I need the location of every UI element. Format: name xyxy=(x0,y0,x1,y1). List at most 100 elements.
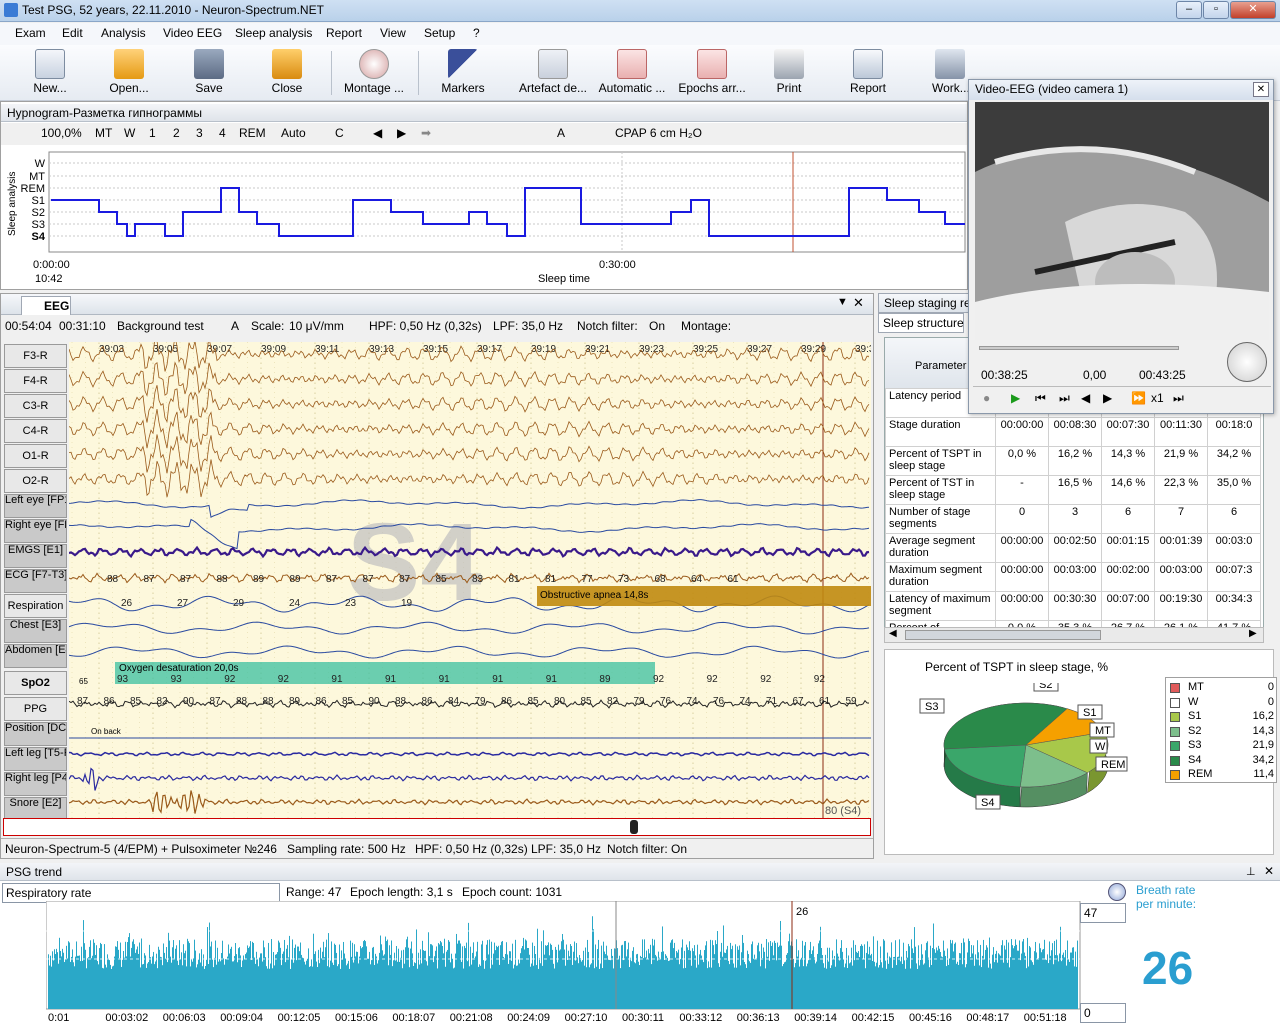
next-icon[interactable]: ▶ xyxy=(397,126,406,140)
stage-w-button[interactable]: W xyxy=(124,126,135,140)
channel-label[interactable]: Abdomen [E4] xyxy=(4,644,67,668)
channel-label[interactable]: Right leg [P4-T6] xyxy=(4,772,67,796)
tab-menu-icon[interactable]: ▼ xyxy=(837,296,848,308)
automatic-button[interactable]: Automatic ... xyxy=(596,47,668,99)
record-icon[interactable]: ● xyxy=(983,391,990,405)
menu-view[interactable]: View xyxy=(380,26,406,40)
skip-start-icon[interactable]: ⏮ xyxy=(1035,391,1046,406)
channel-label[interactable]: SpO2 xyxy=(4,671,67,695)
video-seek-bar[interactable] xyxy=(979,346,1179,350)
step-forward-icon[interactable]: ▶ xyxy=(1103,391,1112,405)
stage-2-button[interactable]: 2 xyxy=(173,126,180,140)
a-button[interactable]: A xyxy=(557,126,565,140)
epoch-navigator[interactable] xyxy=(3,818,871,836)
stage-4-button[interactable]: 4 xyxy=(219,126,226,140)
trend-ymin-spinner[interactable]: 0 xyxy=(1080,1003,1126,1023)
skip-end-icon[interactable]: ⏭ xyxy=(1059,391,1070,406)
maximize-button[interactable]: ▫ xyxy=(1203,1,1229,19)
minimize-button[interactable]: – xyxy=(1176,1,1202,19)
trend-bar xyxy=(694,945,695,1009)
channel-label[interactable]: F4-R xyxy=(4,369,67,393)
save-button[interactable]: Save xyxy=(176,47,242,99)
stage-1-button[interactable]: 1 xyxy=(149,126,156,140)
hpf-value[interactable]: HPF: 0,50 Hz (0,32s) xyxy=(369,319,482,333)
trend-bar xyxy=(1000,955,1001,1009)
fast-forward-icon[interactable]: ⏩ xyxy=(1131,391,1146,405)
trend-close-icon[interactable]: ✕ xyxy=(1264,864,1274,878)
channel-label[interactable]: EMGS [E1] xyxy=(4,544,67,568)
menu-report[interactable]: Report xyxy=(326,26,362,40)
menu-help[interactable]: ? xyxy=(473,26,480,40)
scroll-left-icon[interactable]: ◀ xyxy=(889,628,897,639)
app-icon xyxy=(4,3,18,17)
forward-icon[interactable]: ➡ xyxy=(421,126,431,140)
channel-label[interactable]: F3-R xyxy=(4,344,67,368)
channel-label[interactable]: Position [DC1] xyxy=(4,722,67,746)
stage-3-button[interactable]: 3 xyxy=(196,126,203,140)
test-combo[interactable]: Background test xyxy=(117,319,204,333)
close-panel-icon[interactable]: ✕ xyxy=(853,295,864,311)
menu-analysis[interactable]: Analysis xyxy=(101,26,146,40)
stage-mt-button[interactable]: MT xyxy=(95,126,112,140)
step-back-icon[interactable]: ◀ xyxy=(1081,391,1090,405)
breath-icon[interactable] xyxy=(1108,883,1126,901)
channel-label[interactable]: ECG [F7-T3] xyxy=(4,569,67,593)
channel-label[interactable]: O1-R xyxy=(4,444,67,468)
cpap-combo[interactable]: CPAP 6 cm H₂O xyxy=(615,126,702,140)
trend-bar xyxy=(994,962,995,1009)
zoom-combo[interactable]: 100,0% xyxy=(41,126,82,140)
stage-rem-button[interactable]: REM xyxy=(239,126,266,140)
epochs-array-button[interactable]: Epochs arr... xyxy=(676,47,748,99)
channel-label[interactable]: Left eye [FP1-R] xyxy=(4,494,67,518)
navigator-thumb[interactable] xyxy=(630,820,638,834)
menu-edit[interactable]: Edit xyxy=(62,26,83,40)
auto-combo[interactable]: Auto xyxy=(281,126,306,140)
menu-exam[interactable]: Exam xyxy=(15,26,46,40)
video-close-button[interactable]: ✕ xyxy=(1253,82,1269,97)
table-hscrollbar[interactable]: ◀ ▶ xyxy=(884,627,1264,643)
value-label: 81 xyxy=(509,574,521,585)
channel-label[interactable]: Right eye [FP2-R] xyxy=(4,519,67,543)
trend-bar xyxy=(1049,941,1050,1009)
markers-button[interactable]: Markers xyxy=(428,47,498,99)
scale-combo[interactable]: 10 μV/mm xyxy=(289,319,344,333)
trend-parameter-combo[interactable]: Respiratory rate xyxy=(2,883,280,903)
prev-icon[interactable]: ◀ xyxy=(373,126,382,140)
channel-label[interactable]: Respiration xyxy=(4,594,67,618)
channel-label[interactable]: Left leg [T5-P3] xyxy=(4,747,67,771)
pie-chart-title: Percent of TSPT in sleep stage, % xyxy=(925,660,1108,674)
open-button[interactable]: Open... xyxy=(92,47,166,99)
print-button[interactable]: Print xyxy=(760,47,818,99)
channel-label[interactable]: C3-R xyxy=(4,394,67,418)
close-window-button[interactable]: ✕ xyxy=(1230,1,1276,19)
a-toggle[interactable]: A xyxy=(231,319,239,333)
scroll-right-icon[interactable]: ▶ xyxy=(1249,628,1257,639)
menu-sleep-analysis[interactable]: Sleep analysis xyxy=(235,26,312,40)
channel-label[interactable]: C4-R xyxy=(4,419,67,443)
report-button[interactable]: Report xyxy=(840,47,896,99)
menu-setup[interactable]: Setup xyxy=(424,26,455,40)
new-button[interactable]: New... xyxy=(14,47,86,99)
play-icon[interactable]: ▶ xyxy=(1011,391,1020,405)
close-button[interactable]: Close xyxy=(252,47,322,99)
notch-value[interactable]: On xyxy=(649,319,665,333)
tab-eeg[interactable]: EEG xyxy=(21,296,71,315)
pin-icon[interactable]: ⊥ xyxy=(1246,865,1256,878)
speed-label[interactable]: x1 xyxy=(1151,391,1164,405)
channel-label[interactable]: O2-R xyxy=(4,469,67,493)
lpf-value[interactable]: LPF: 35,0 Hz xyxy=(493,319,563,333)
trend-bar xyxy=(643,958,644,1009)
channel-label[interactable]: Chest [E3] xyxy=(4,619,67,643)
artefact-detection-button[interactable]: Artefact de... xyxy=(516,47,590,99)
montage-button[interactable]: Montage ... xyxy=(338,47,410,99)
mode-combo[interactable]: C xyxy=(335,126,344,140)
workspace-button[interactable]: Work... xyxy=(932,47,968,99)
trend-ymax-spinner[interactable]: 47 xyxy=(1080,903,1126,923)
scroll-thumb[interactable] xyxy=(905,630,1101,640)
tab-sleep-structure[interactable]: Sleep structure xyxy=(878,313,964,333)
channel-label[interactable]: PPG xyxy=(4,697,67,721)
sleep-staging-title[interactable]: Sleep staging re xyxy=(878,293,976,313)
ptz-control-icon[interactable] xyxy=(1227,342,1267,382)
menu-video-eeg[interactable]: Video EEG xyxy=(163,26,222,40)
next-speed-icon[interactable]: ⏭ xyxy=(1173,391,1184,406)
